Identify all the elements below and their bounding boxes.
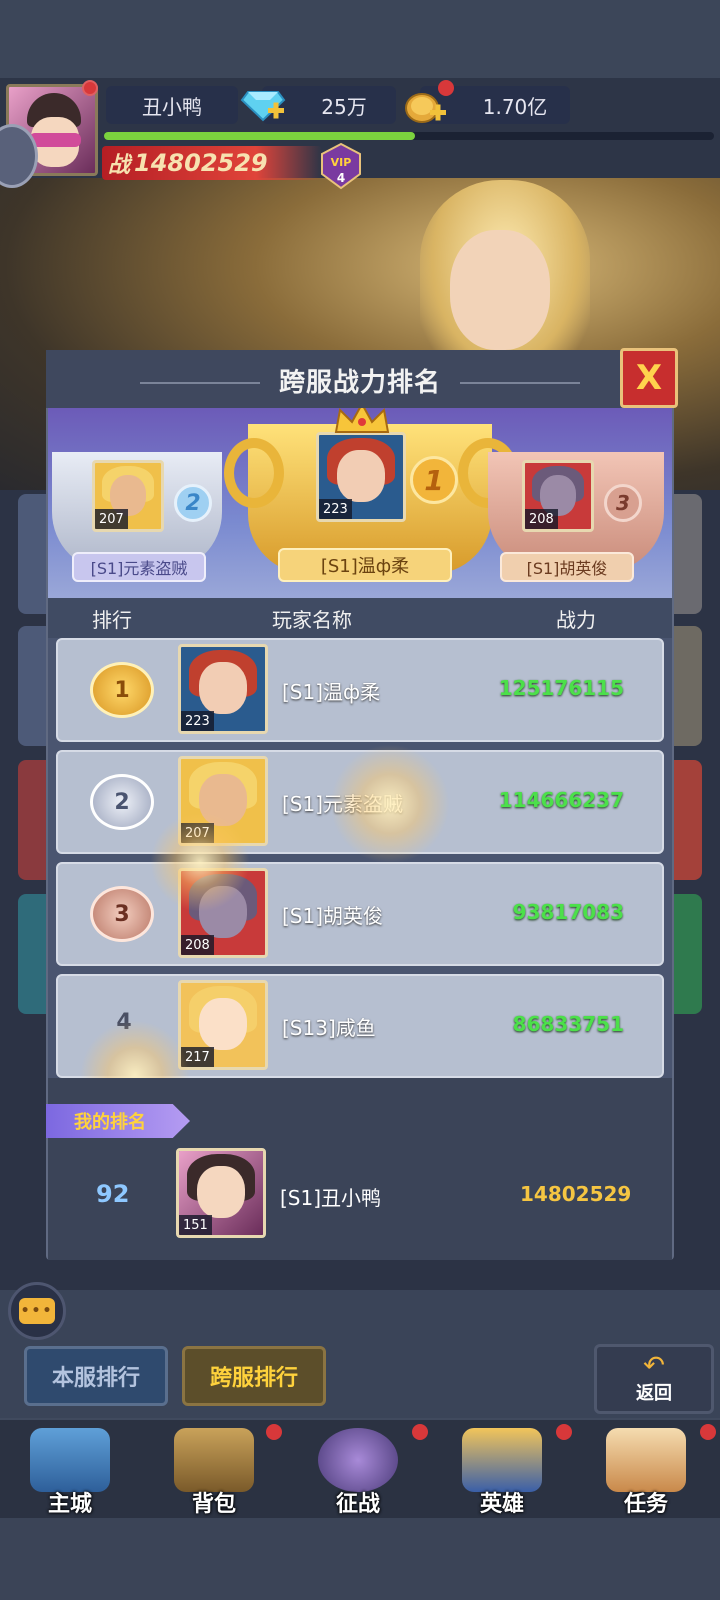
silver-medal-icon: 2: [90, 774, 154, 830]
back-button[interactable]: ↶ 返回: [594, 1344, 714, 1414]
avatar-notification-dot: [82, 80, 98, 96]
podium-1-nameplate: [S1]温ф柔: [278, 548, 452, 582]
tab-local-ranking[interactable]: 本服排行: [24, 1346, 168, 1406]
podium-1-portrait[interactable]: 223: [316, 432, 406, 522]
ranking-list[interactable]: 1 223 [S1]温ф柔 125176115 2 207 [S1]元素盗贼 1…: [48, 638, 672, 1078]
nav-label: 英雄: [479, 1492, 524, 1517]
bronze-medal-icon: 3: [90, 886, 154, 942]
vip-label: VIP: [331, 156, 352, 169]
podium-2-level: 207: [95, 509, 128, 529]
column-header-player-name: 玩家名称: [272, 608, 352, 632]
exp-bar-fill: [104, 132, 416, 140]
nav-campaign[interactable]: 征战: [288, 1418, 428, 1518]
gold-cup-handle-left: [224, 438, 284, 508]
nav-notification-dot: [412, 1424, 428, 1440]
podium-3-rank-badge: 3: [604, 484, 642, 522]
row-player-level: 223: [181, 711, 214, 731]
podium-2-nameplate: [S1]元素盗贼: [72, 552, 206, 582]
close-button[interactable]: X: [620, 348, 678, 408]
podium-2-rank-badge: 2: [174, 484, 212, 522]
crown-icon: [334, 408, 390, 433]
my-level: 151: [179, 1215, 212, 1235]
bottom-fill: [0, 1518, 720, 1600]
gold-medal-icon: 1: [90, 662, 154, 718]
nav-label: 背包: [191, 1492, 236, 1517]
diamond-plus-icon[interactable]: [240, 84, 286, 124]
row-player-name: [S1]温ф柔: [282, 680, 381, 704]
vip-badge-icon[interactable]: VIP 4: [318, 142, 364, 190]
podium-1-rank-badge: 1: [410, 456, 458, 504]
helmet-icon: [462, 1428, 542, 1492]
back-label: 返回: [636, 1383, 672, 1404]
row-power-value: 86833751: [512, 1012, 624, 1036]
column-header-rank: 排行: [92, 608, 132, 632]
nav-backpack[interactable]: 背包: [144, 1418, 284, 1518]
nav-label: 主城: [47, 1492, 92, 1517]
row-player-name: [S1]胡英俊: [282, 904, 384, 928]
my-power-value: 14802529: [520, 1182, 632, 1206]
nav-label: 征战: [335, 1492, 380, 1517]
back-arrow-icon: ↶: [643, 1351, 665, 1381]
combat-power-banner: 战 14802529: [102, 146, 322, 180]
podium-3-nameplate: [S1]胡英俊: [500, 552, 634, 582]
combat-power-value: 14802529: [134, 149, 268, 177]
nav-tasks[interactable]: 任务: [576, 1418, 716, 1518]
row-power-value: 93817083: [512, 900, 624, 924]
podium-2-portrait[interactable]: 207: [92, 460, 164, 532]
podium-3-portrait[interactable]: 208: [522, 460, 594, 532]
nav-heroes[interactable]: 英雄: [432, 1418, 572, 1518]
dialog-title: 跨服战力排名: [278, 367, 441, 398]
nav-notification-dot: [266, 1424, 282, 1440]
sparkle-effect: [330, 744, 450, 864]
my-rank-number: 92: [96, 1180, 130, 1208]
podium-1-level: 223: [319, 499, 352, 519]
my-rank-tag: 我的排名: [46, 1104, 190, 1138]
podium-top-three: 207 2 223 1 208 3 [S1]元素盗贼 [S1]温ф柔 [S1]胡…: [48, 408, 672, 598]
row-player-portrait[interactable]: 223: [178, 644, 268, 734]
treasure-chest-icon: [174, 1428, 254, 1492]
gold-notification-dot: [438, 80, 454, 96]
tab-cross-server-ranking[interactable]: 跨服排行: [182, 1346, 326, 1406]
vip-level: 4: [337, 171, 345, 185]
player-name: 丑小鸭: [106, 86, 238, 124]
my-player-name: [S1]丑小鸭: [280, 1186, 382, 1210]
row-player-portrait[interactable]: 217: [178, 980, 268, 1070]
column-header-power: 战力: [556, 608, 596, 632]
row-player-name: [S13]咸鱼: [282, 1016, 376, 1040]
combat-power-prefix: 战: [108, 153, 131, 178]
nav-main-city[interactable]: 主城: [0, 1418, 140, 1518]
sparkle-effect: [150, 812, 250, 912]
portal-icon: [318, 1428, 398, 1492]
my-portrait[interactable]: 151: [176, 1148, 266, 1238]
scroll-icon: [606, 1428, 686, 1492]
top-strip: [0, 0, 720, 78]
nav-notification-dot: [556, 1424, 572, 1440]
ranking-row[interactable]: 3 208 [S1]胡英俊 93817083: [56, 862, 664, 966]
row-power-value: 114666237: [498, 788, 624, 812]
nav-notification-dot: [700, 1424, 716, 1440]
row-player-level: 208: [181, 935, 214, 955]
castle-icon: [30, 1428, 110, 1492]
chat-button[interactable]: •••: [8, 1282, 66, 1340]
nav-label: 任务: [623, 1492, 668, 1517]
podium-3-level: 208: [525, 509, 558, 529]
row-power-value: 125176115: [498, 676, 624, 700]
chat-bubble-icon: •••: [19, 1298, 55, 1324]
ranking-row[interactable]: 1 223 [S1]温ф柔 125176115: [56, 638, 664, 742]
